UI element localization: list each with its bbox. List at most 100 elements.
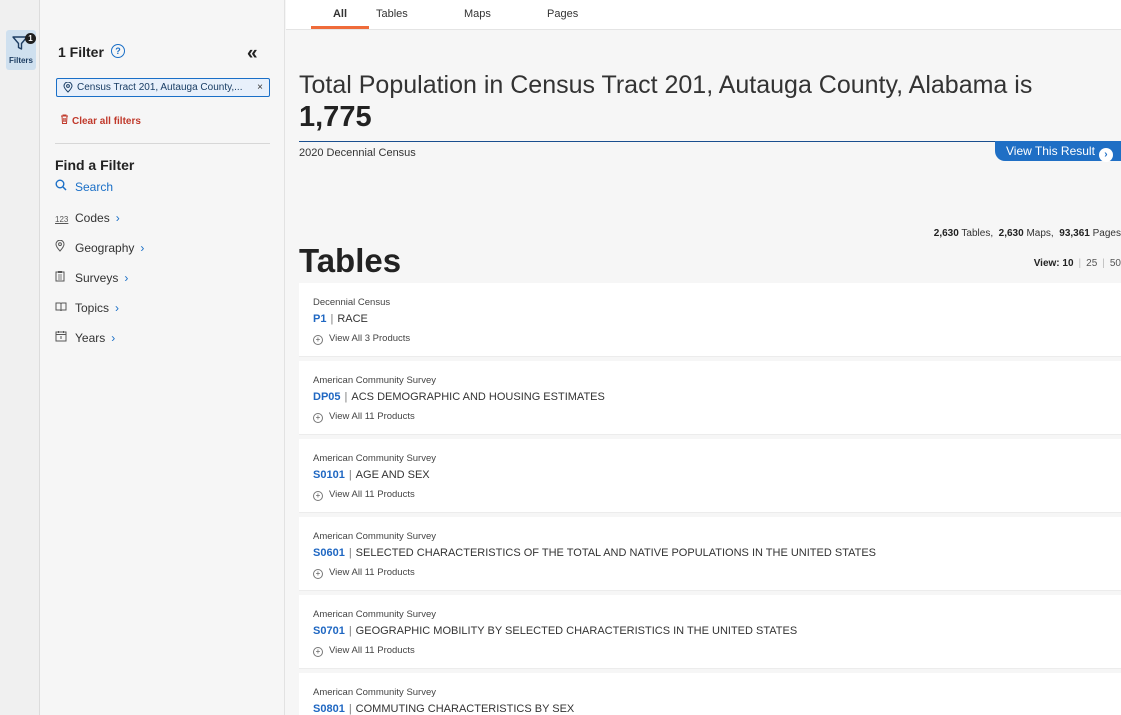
filters-label: Filters xyxy=(8,56,33,65)
filters-toggle-button[interactable]: 1 Filters xyxy=(6,30,36,70)
card-title: S0801 | COMMUTING CHARACTERISTICS BY SEX xyxy=(313,703,575,715)
filter-panel-title: 1 Filter xyxy=(58,44,104,60)
page-size-10[interactable]: 10 xyxy=(1062,258,1073,269)
table-code-link[interactable]: S0801 xyxy=(313,703,345,715)
maps-count: 2,630 xyxy=(998,228,1024,239)
trash-icon xyxy=(60,114,72,127)
chevron-right-icon: › xyxy=(111,331,116,345)
chevron-right-icon: › xyxy=(115,211,120,225)
table-title: COMMUTING CHARACTERISTICS BY SEX xyxy=(355,703,575,715)
filter-nav-years[interactable]: Years › xyxy=(55,329,115,347)
card-survey: American Community Survey xyxy=(313,687,437,698)
card-survey: American Community Survey xyxy=(313,531,437,542)
table-code-link[interactable]: S0601 xyxy=(313,547,345,559)
plus-circle-icon: + xyxy=(313,413,323,423)
tab-tables[interactable]: Tables xyxy=(376,8,408,20)
view-result-label: View This Result xyxy=(1006,144,1095,158)
view-this-result-button[interactable]: View This Result › xyxy=(995,141,1121,162)
view-all-products-link[interactable]: + View All 11 Products xyxy=(313,645,415,657)
page-size-selector: View: 10 | 25 | 50 xyxy=(1033,258,1121,269)
card-survey: American Community Survey xyxy=(313,375,437,386)
remove-filter-icon[interactable]: × xyxy=(257,79,263,96)
table-code-link[interactable]: P1 xyxy=(313,313,326,325)
location-pin-icon xyxy=(63,82,73,93)
tab-all[interactable]: All xyxy=(311,8,369,20)
search-icon xyxy=(55,179,75,197)
view-all-label: View All 11 Products xyxy=(329,645,415,656)
view-all-products-link[interactable]: + View All 11 Products xyxy=(313,489,415,501)
plus-circle-icon: + xyxy=(313,491,323,501)
location-pin-icon xyxy=(55,239,75,258)
active-tab-indicator xyxy=(311,26,369,29)
active-filter-label: Census Tract 201, Autauga County,... xyxy=(77,82,243,93)
view-all-label: View All 11 Products xyxy=(329,411,415,422)
view-all-products-link[interactable]: + View All 11 Products xyxy=(313,567,415,579)
active-filter-chip[interactable]: Census Tract 201, Autauga County,... × xyxy=(56,78,270,97)
table-title: ACS DEMOGRAPHIC AND HOUSING ESTIMATES xyxy=(351,391,605,403)
table-title: RACE xyxy=(337,313,368,325)
page-size-25[interactable]: 25 xyxy=(1086,258,1097,269)
result-counts: 2,630 Tables, 2,630 Maps, 93,361 Pages xyxy=(934,228,1121,239)
help-icon[interactable]: ? xyxy=(111,44,125,58)
table-code-link[interactable]: DP05 xyxy=(313,391,341,403)
filter-nav-topics[interactable]: Topics › xyxy=(55,299,119,317)
filter-panel: 1 Filter ? « Census Tract 201, Autauga C… xyxy=(41,0,285,715)
filter-nav-label: Search xyxy=(75,180,114,194)
filter-nav-surveys[interactable]: Surveys › xyxy=(55,269,128,287)
codes-icon: 123 xyxy=(55,215,69,224)
tables-section-title: Tables xyxy=(299,242,402,279)
filter-nav-codes[interactable]: 123 Codes › xyxy=(55,209,120,227)
chevron-right-icon: › xyxy=(124,271,129,285)
table-title: SELECTED CHARACTERISTICS OF THE TOTAL AN… xyxy=(355,547,877,559)
panel-divider xyxy=(55,143,270,144)
card-survey: American Community Survey xyxy=(313,453,437,464)
result-headline: Total Population in Census Tract 201, Au… xyxy=(299,69,1079,134)
tab-pages[interactable]: Pages xyxy=(547,8,578,20)
chevron-right-icon: › xyxy=(115,301,120,315)
filter-nav-label: Codes xyxy=(75,211,110,225)
result-tabs: All Tables Maps Pages xyxy=(286,0,1121,30)
page-size-50[interactable]: 50 xyxy=(1110,258,1121,269)
card-title: P1 | RACE xyxy=(313,313,368,325)
table-code-link[interactable]: S0701 xyxy=(313,625,345,637)
filter-nav-search[interactable]: Search xyxy=(55,178,113,196)
card-survey: Decennial Census xyxy=(313,297,391,308)
view-all-label: View All 11 Products xyxy=(329,489,415,500)
card-title: DP05 | ACS DEMOGRAPHIC AND HOUSING ESTIMAT… xyxy=(313,391,605,403)
filter-nav-label: Surveys xyxy=(75,271,119,285)
table-title: AGE AND SEX xyxy=(355,469,430,481)
clear-all-filters-button[interactable]: Clear all filters xyxy=(60,114,141,127)
card-title: S0601 | SELECTED CHARACTERISTICS OF THE TO… xyxy=(313,547,877,559)
table-title: GEOGRAPHIC MOBILITY BY SELECTED CHARACTE… xyxy=(355,625,798,637)
table-code-link[interactable]: S0101 xyxy=(313,469,345,481)
view-all-products-link[interactable]: + View All 11 Products xyxy=(313,411,415,423)
find-filter-heading: Find a Filter xyxy=(55,157,135,173)
tab-maps[interactable]: Maps xyxy=(464,8,491,20)
filter-nav-geography[interactable]: Geography › xyxy=(55,239,144,257)
result-card: Decennial Census P1 | RACE + View All 3 Pro… xyxy=(299,283,1121,357)
pages-count: 93,361 xyxy=(1059,228,1090,239)
card-title: S0101 | AGE AND SEX xyxy=(313,469,430,481)
view-all-label: View All 11 Products xyxy=(329,567,415,578)
page-size-label: View: xyxy=(1033,258,1060,269)
card-title: S0701 | GEOGRAPHIC MOBILITY BY SELECTED CH… xyxy=(313,625,798,637)
result-card: American Community Survey S0801 | COMMUTIN… xyxy=(299,673,1121,715)
card-survey: American Community Survey xyxy=(313,609,437,620)
calendar-icon xyxy=(55,330,75,348)
chevron-right-icon: › xyxy=(140,241,145,255)
collapse-panel-icon[interactable]: « xyxy=(247,44,258,63)
tables-count-label: Tables, xyxy=(961,228,994,239)
filter-count-badge: 1 xyxy=(25,33,36,44)
headline-source: 2020 Decennial Census xyxy=(299,147,416,159)
maps-count-label: Maps, xyxy=(1026,228,1054,239)
result-card: American Community Survey DP05 | ACS DEMOG… xyxy=(299,361,1121,435)
filter-nav-label: Topics xyxy=(75,301,110,315)
result-card: American Community Survey S0601 | SELECTED… xyxy=(299,517,1121,591)
main-content: Total Population in Census Tract 201, Au… xyxy=(286,31,1121,715)
headline-text: Total Population in Census Tract 201, Au… xyxy=(299,71,1033,99)
left-rail: 1 Filters xyxy=(0,0,40,715)
view-all-products-link[interactable]: + View All 3 Products xyxy=(313,333,410,345)
filter-nav-label: Years xyxy=(75,331,106,345)
arrow-right-icon: › xyxy=(1098,148,1113,162)
tables-count: 2,630 xyxy=(933,228,959,239)
